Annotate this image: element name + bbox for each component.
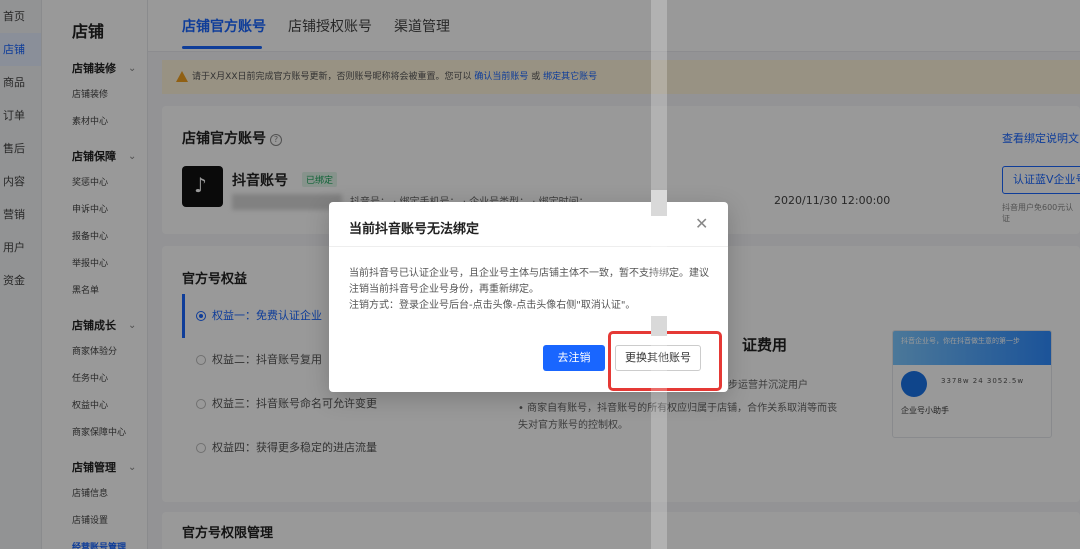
dialog-title: 当前抖音账号无法绑定 [349, 222, 480, 237]
deregister-button[interactable]: 去注销 [543, 345, 605, 371]
close-icon[interactable]: ✕ [695, 214, 708, 233]
video-scrubber [651, 0, 667, 549]
